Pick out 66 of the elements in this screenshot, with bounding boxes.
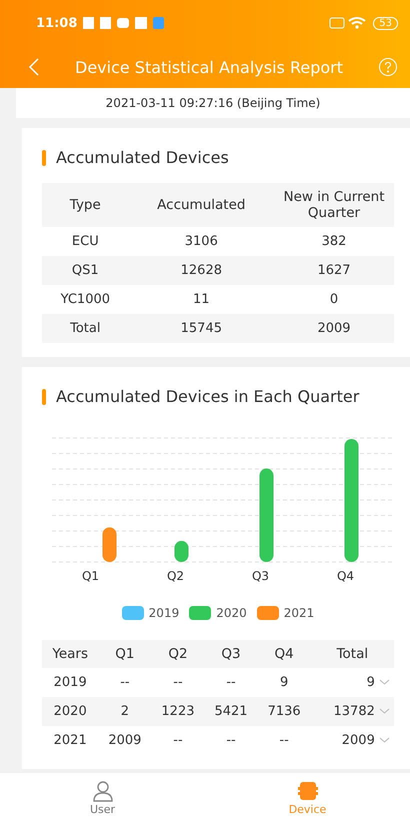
device-icon	[296, 780, 318, 802]
table-cell: 11	[128, 285, 274, 314]
column-header: Q4	[258, 640, 311, 668]
battery-level: 53	[373, 16, 398, 30]
chart-bar	[102, 527, 116, 562]
table-cell: --	[151, 726, 204, 755]
table-cell: 1627	[274, 256, 394, 285]
column-header: Accumulated	[128, 183, 274, 227]
table-cell: 2009	[342, 733, 375, 748]
back-button[interactable]	[28, 57, 40, 77]
legend-label: 2019	[148, 606, 180, 620]
table-cell: --	[258, 726, 311, 755]
table-cell: 2020	[42, 697, 98, 726]
table-cell: 2	[98, 697, 152, 726]
chevron-icon[interactable]	[379, 736, 390, 744]
person-icon	[92, 780, 114, 802]
title-marker	[42, 388, 46, 404]
table-cell: --	[151, 668, 204, 697]
title-marker	[42, 150, 46, 166]
table-cell: 9	[258, 668, 311, 697]
table-cell: 12628	[128, 256, 274, 285]
column-header: Q2	[151, 640, 204, 668]
table-cell: YC1000	[42, 285, 129, 314]
tab-bar-item[interactable]: User	[0, 773, 205, 823]
card-title: Accumulated Devices	[56, 148, 229, 167]
table-cell: 2009	[274, 314, 394, 343]
table-cell: 2009	[98, 726, 152, 755]
table-cell: QS1	[42, 256, 129, 285]
table-cell: 2019	[42, 668, 98, 697]
status-time: 11:08	[36, 16, 78, 30]
table-cell: 7136	[258, 697, 311, 726]
axis-label: Q1	[82, 569, 100, 583]
legend-label: 2021	[284, 606, 314, 620]
tab-bar-item[interactable]: Device	[205, 773, 410, 823]
axis-label: Q4	[336, 569, 354, 583]
table-cell: --	[204, 726, 258, 755]
chevron-icon[interactable]	[379, 707, 390, 715]
chart-bar	[174, 540, 188, 562]
legend-label: 2020	[216, 606, 247, 620]
axis-label: Q2	[166, 569, 184, 583]
column-header: Total	[310, 640, 394, 668]
table-cell: --	[98, 668, 152, 697]
page-title: Device Statistical Analysis Report	[74, 58, 344, 76]
chevron-icon[interactable]	[379, 678, 390, 686]
column-header: Type	[42, 183, 129, 227]
help-button[interactable]	[378, 57, 398, 77]
column-header: Q3	[204, 640, 258, 668]
table-cell: 9	[366, 675, 375, 690]
table-cell: Total	[42, 314, 129, 343]
table-cell: 15745	[128, 314, 274, 343]
table-cell: 13782	[334, 704, 375, 719]
signal-icons	[329, 16, 368, 30]
column-header: New in Current Quarter	[274, 183, 394, 227]
column-header: Q1	[98, 640, 152, 668]
card-title: Accumulated Devices in Each Quarter	[56, 387, 360, 406]
report-timestamp: 2021-03-11 09:27:16 (Beijing Time)	[16, 88, 410, 118]
table-cell: 5421	[204, 697, 258, 726]
table-cell: 3106	[128, 227, 274, 256]
table-cell: --	[204, 668, 258, 697]
table-cell: 1223	[151, 697, 204, 726]
column-header: Years	[42, 640, 98, 668]
table-cell: 382	[274, 227, 394, 256]
table-cell: ECU	[42, 227, 129, 256]
axis-label: Q3	[252, 569, 270, 583]
table-cell: 2021	[42, 726, 98, 755]
table-cell: 0	[274, 285, 394, 314]
